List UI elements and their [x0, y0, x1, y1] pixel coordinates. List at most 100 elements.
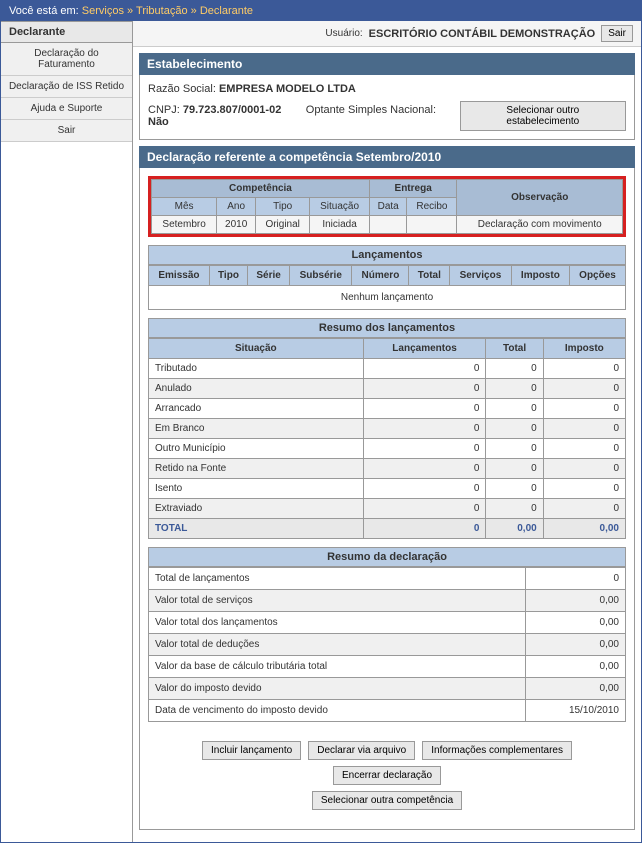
info-complementares-button[interactable]: Informações complementares [422, 741, 572, 760]
rl-i: 0 [543, 359, 625, 379]
sidebar-item-iss-retido[interactable]: Declaração de ISS Retido [1, 76, 132, 98]
rl-th-imposto: Imposto [543, 339, 625, 359]
rd-label: Valor total de serviços [149, 590, 526, 612]
encerrar-declaracao-button[interactable]: Encerrar declaração [333, 766, 441, 785]
selecionar-competencia-button[interactable]: Selecionar outra competência [312, 791, 462, 810]
userbar: Usuário: ESCRITÓRIO CONTÁBIL DEMONSTRAÇÃ… [133, 21, 641, 47]
rl-i: 0 [543, 439, 625, 459]
resumo-dec-row: Valor total de serviços0,00 [149, 590, 626, 612]
rl-total-l: 0 [363, 519, 486, 539]
rl-l: 0 [363, 359, 486, 379]
td-recibo [407, 216, 457, 234]
rl-i: 0 [543, 479, 625, 499]
rl-l: 0 [363, 459, 486, 479]
th-recibo: Recibo [407, 198, 457, 216]
rl-total-i: 0,00 [543, 519, 625, 539]
rd-label: Data de vencimento do imposto devido [149, 700, 526, 722]
th-emissao: Emissão [149, 266, 210, 286]
rl-total-t: 0,00 [486, 519, 543, 539]
th-opcoes: Opções [570, 266, 626, 286]
lanc-empty: Nenhum lançamento [149, 286, 626, 310]
td-mes: Setembro [152, 216, 217, 234]
sidebar-item-ajuda[interactable]: Ajuda e Suporte [1, 98, 132, 120]
resumo-lanc-row: Extraviado000 [149, 499, 626, 519]
rl-l: 0 [363, 479, 486, 499]
th-serie: Série [248, 266, 290, 286]
rl-th-total: Total [486, 339, 543, 359]
th-mes: Mês [152, 198, 217, 216]
rl-th-situacao: Situação [149, 339, 364, 359]
td-obs: Declaração com movimento [457, 216, 623, 234]
th-entrega: Entrega [369, 180, 457, 198]
rd-val: 0,00 [526, 656, 626, 678]
rl-t: 0 [486, 399, 543, 419]
resumo-lanc-row: Arrancado000 [149, 399, 626, 419]
rl-i: 0 [543, 499, 625, 519]
rd-val: 0,00 [526, 634, 626, 656]
action-bar: Incluir lançamento Declarar via arquivo … [148, 730, 626, 821]
th-total: Total [409, 266, 450, 286]
td-ano: 2010 [217, 216, 256, 234]
estabelecimento-header: Estabelecimento [139, 53, 635, 75]
th-numero: Número [352, 266, 409, 286]
resumo-dec-row: Total de lançamentos0 [149, 568, 626, 590]
td-tipo: Original [256, 216, 310, 234]
rd-label: Valor total dos lançamentos [149, 612, 526, 634]
td-data [369, 216, 407, 234]
resumo-dec-title: Resumo da declaração [148, 547, 626, 567]
rl-i: 0 [543, 399, 625, 419]
cnpj-value: 79.723.807/0001-02 [183, 104, 281, 116]
sidebar-item-sair[interactable]: Sair [1, 120, 132, 142]
declaracao-header: Declaração referente a competência Setem… [139, 146, 635, 168]
rl-label: Outro Município [149, 439, 364, 459]
rl-label: Extraviado [149, 499, 364, 519]
breadcrumb: Você está em: Serviços » Tributação » De… [1, 1, 641, 21]
th-competencia: Competência [152, 180, 370, 198]
breadcrumb-tributacao[interactable]: Tributação [136, 5, 188, 17]
resumo-dec-row: Valor total de deduções0,00 [149, 634, 626, 656]
rd-label: Valor total de deduções [149, 634, 526, 656]
rd-label: Valor da base de cálculo tributária tota… [149, 656, 526, 678]
rl-t: 0 [486, 379, 543, 399]
breadcrumb-prefix: Você está em: [9, 5, 79, 17]
th-tipo: Tipo [256, 198, 310, 216]
rl-total-label: TOTAL [149, 519, 364, 539]
th-situacao: Situação [310, 198, 370, 216]
resumo-lanc-row: Em Branco000 [149, 419, 626, 439]
resumo-lanc-total: TOTAL00,000,00 [149, 519, 626, 539]
rl-label: Arrancado [149, 399, 364, 419]
th-ano: Ano [217, 198, 256, 216]
sidebar: Declarante Declaração do Faturamento Dec… [1, 21, 133, 842]
rd-label: Valor do imposto devido [149, 678, 526, 700]
resumo-lanc-row: Isento000 [149, 479, 626, 499]
razao-label: Razão Social: [148, 83, 216, 95]
rd-label: Total de lançamentos [149, 568, 526, 590]
exit-button[interactable]: Sair [601, 25, 633, 42]
rl-t: 0 [486, 459, 543, 479]
declarar-arquivo-button[interactable]: Declarar via arquivo [308, 741, 415, 760]
th-servicos: Serviços [450, 266, 512, 286]
rl-t: 0 [486, 359, 543, 379]
rl-t: 0 [486, 479, 543, 499]
userbar-label: Usuário: [325, 28, 362, 39]
rd-val: 0,00 [526, 612, 626, 634]
selecionar-estabelecimento-button[interactable]: Selecionar outro estabelecimento [460, 101, 626, 131]
resumo-lanc-row: Retido na Fonte000 [149, 459, 626, 479]
rl-t: 0 [486, 439, 543, 459]
rl-label: Em Branco [149, 419, 364, 439]
rl-t: 0 [486, 419, 543, 439]
breadcrumb-declarante[interactable]: Declarante [200, 5, 253, 17]
incluir-lancamento-button[interactable]: Incluir lançamento [202, 741, 301, 760]
rl-l: 0 [363, 379, 486, 399]
sidebar-item-faturamento[interactable]: Declaração do Faturamento [1, 43, 132, 76]
rl-i: 0 [543, 379, 625, 399]
th-imposto: Imposto [511, 266, 569, 286]
simples-label: Optante Simples Nacional: [306, 104, 436, 116]
resumo-lanc-row: Tributado000 [149, 359, 626, 379]
breadcrumb-servicos[interactable]: Serviços [82, 5, 124, 17]
td-situacao: Iniciada [310, 216, 370, 234]
resumo-dec-row: Data de vencimento do imposto devido15/1… [149, 700, 626, 722]
rl-l: 0 [363, 399, 486, 419]
rl-label: Tributado [149, 359, 364, 379]
resumo-dec-row: Valor total dos lançamentos0,00 [149, 612, 626, 634]
